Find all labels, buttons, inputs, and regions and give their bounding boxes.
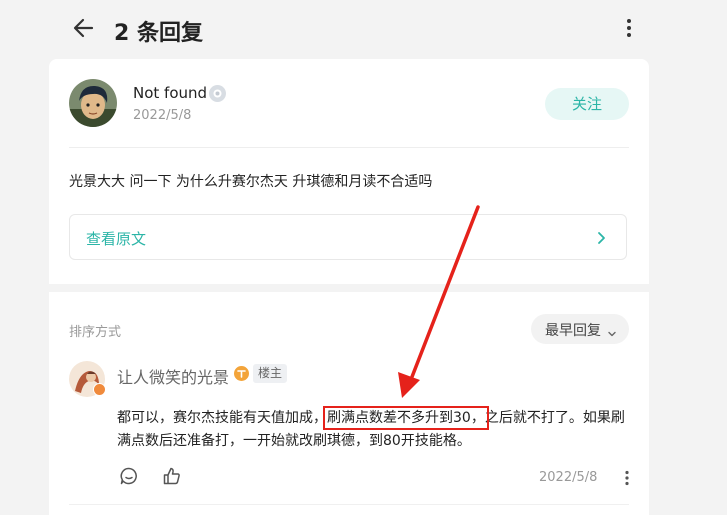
user-level-badge-icon bbox=[234, 366, 249, 381]
follow-button[interactable]: 关注 bbox=[545, 88, 629, 120]
reply-content: 都可以，赛尔杰技能有天值加成，刷满点数差不多升到30，之后就不打了。如果刷满点数… bbox=[117, 406, 637, 453]
comment-icon[interactable] bbox=[119, 466, 139, 486]
like-icon[interactable] bbox=[162, 466, 182, 486]
reply-text-highlighted: 刷满点数差不多升到30， bbox=[323, 406, 489, 430]
view-original-button[interactable]: 查看原文 bbox=[69, 214, 627, 260]
verified-badge-icon bbox=[93, 383, 106, 396]
divider bbox=[69, 504, 629, 505]
more-options-icon[interactable] bbox=[617, 16, 641, 40]
reply-author-name[interactable]: 让人微笑的光景 bbox=[117, 364, 229, 388]
divider bbox=[69, 147, 629, 148]
top-bar: 2 条回复 bbox=[0, 0, 727, 58]
sort-value: 最早回复 bbox=[545, 323, 601, 339]
sort-dropdown[interactable]: 最早回复 bbox=[531, 314, 629, 344]
user-level-badge-icon bbox=[209, 85, 226, 102]
reply-text-before: 都可以，赛尔杰技能有天值加成， bbox=[117, 410, 327, 426]
author-avatar[interactable] bbox=[69, 79, 117, 127]
op-tag: 楼主 bbox=[253, 364, 288, 383]
chevron-down-icon bbox=[607, 324, 617, 337]
view-original-label: 查看原文 bbox=[86, 230, 147, 248]
chevron-right-icon bbox=[596, 229, 608, 247]
sort-label: 排序方式 bbox=[69, 325, 122, 340]
post-content: 光景大大 问一下 为什么升赛尔杰天 升琪德和月读不合适吗 bbox=[69, 174, 433, 190]
page-title: 2 条回复 bbox=[114, 21, 203, 46]
original-post-card: Not found 2022/5/8 关注 光景大大 问一下 为什么升赛尔杰天 … bbox=[49, 59, 649, 284]
back-arrow-icon[interactable] bbox=[70, 14, 98, 42]
replies-section: 排序方式 最早回复 让人微笑的光景 楼主 都可以，赛尔杰技能有天值加成，刷满点数… bbox=[49, 292, 649, 515]
reply-date: 2022/5/8 bbox=[539, 470, 598, 485]
author-name[interactable]: Not found bbox=[133, 84, 207, 102]
post-date: 2022/5/8 bbox=[133, 108, 192, 123]
reply-more-options-icon[interactable] bbox=[617, 468, 637, 488]
